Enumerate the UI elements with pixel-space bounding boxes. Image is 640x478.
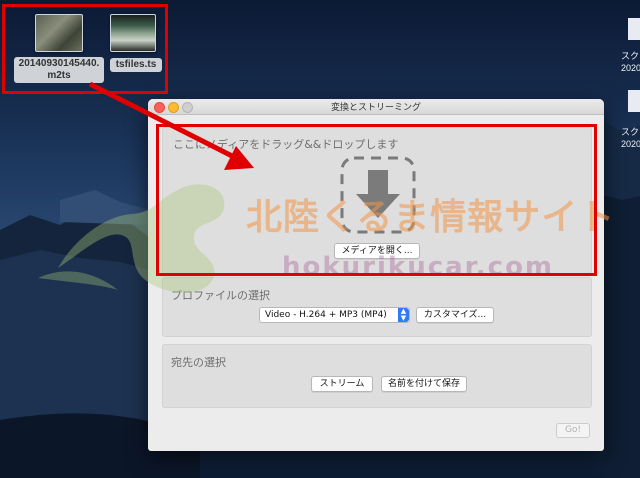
annotation-arrow-icon bbox=[88, 81, 254, 170]
